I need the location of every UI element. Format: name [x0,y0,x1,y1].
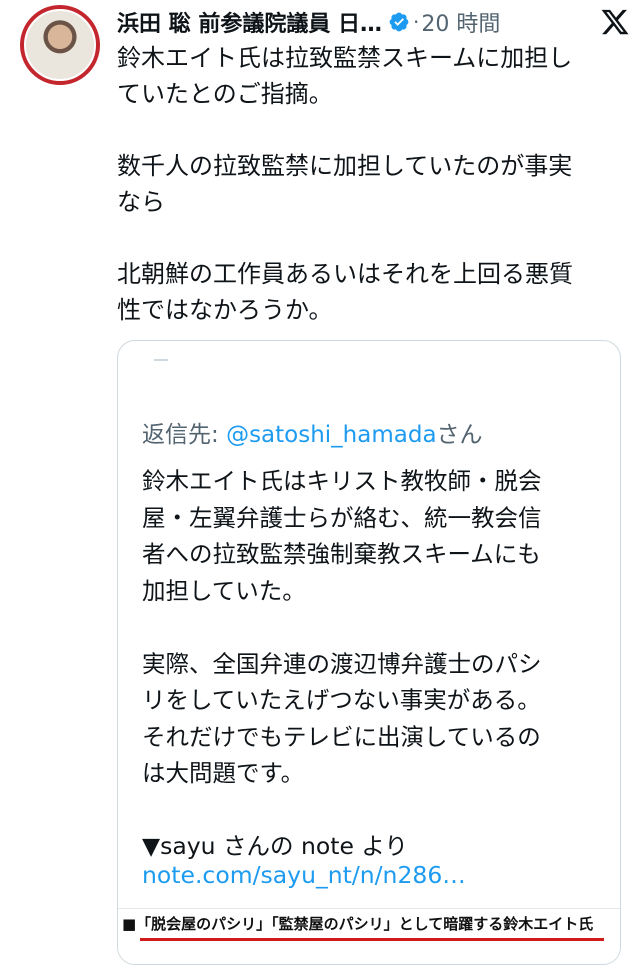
quoted-tweet-text: 鈴木エイト氏はキリスト教牧師・脱会 屋・左翼弁護士らが絡む、統一教会信 者への拉… [142,467,542,860]
verified-badge-icon [389,12,409,32]
reply-mention-link[interactable]: @satoshi_hamada [226,422,436,448]
author-name[interactable]: 浜田 聡 前参議院議員 日… [117,6,382,38]
avatar-photo [24,9,96,81]
reply-prefix: 返信先: [142,422,227,448]
quoted-tweet-card[interactable]: 返信先: @satoshi_hamadaさん 鈴木エイト氏はキリスト教牧師・脱会… [117,340,621,965]
reply-suffix: さん [436,422,483,448]
tweet-timestamp[interactable]: 20 時間 [421,6,500,38]
quote-header-remnant [154,359,168,361]
author-avatar[interactable] [20,5,100,85]
attached-image-caption[interactable]: ■「脱会屋のパシリ」「監禁屋のパシリ」として暗躍する鈴木エイト氏 [118,908,620,964]
x-logo-icon [601,9,629,35]
tweet-header: 浜田 聡 前参議院議員 日… · 20 時間 [117,4,630,40]
reply-to-line: 返信先: @satoshi_hamadaさん [142,415,483,449]
tweet-text: 鈴木エイト氏は拉致監禁スキームに加担し ていたとのご指摘。 数千人の拉致監禁に加… [117,44,573,324]
caption-underline [140,938,604,941]
note-link[interactable]: note.com/sayu_nt/n/n286… [142,861,466,889]
image-caption-text: ■「脱会屋のパシリ」「監禁屋のパシリ」として暗躍する鈴木エイト氏 [122,915,594,933]
header-separator: · [412,10,420,34]
